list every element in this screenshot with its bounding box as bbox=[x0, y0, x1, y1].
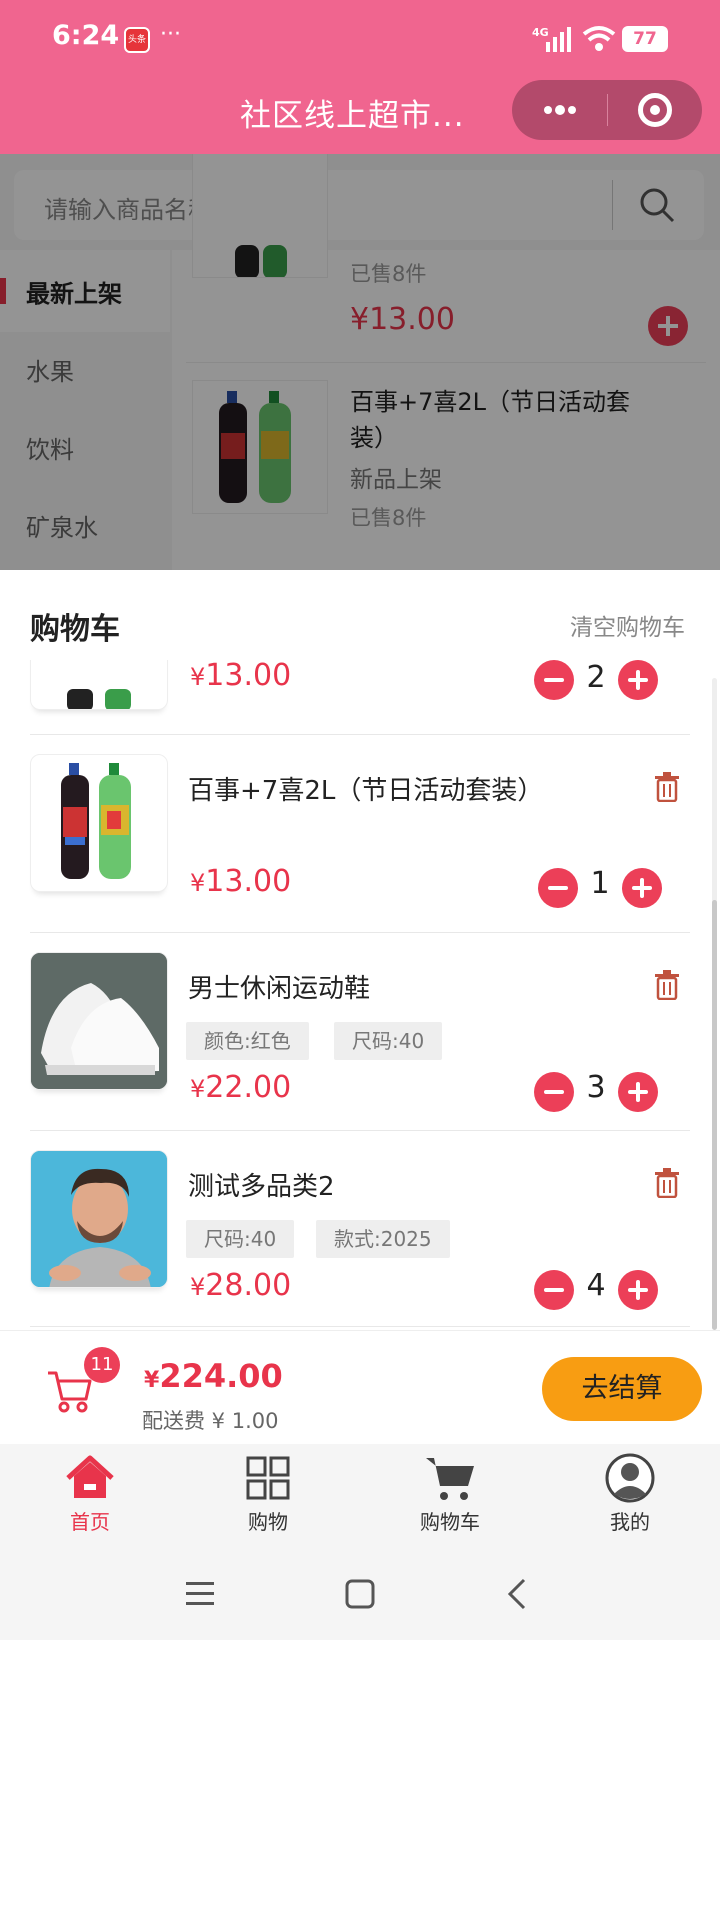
home-icon bbox=[66, 1455, 114, 1498]
tab-label: 首页 bbox=[70, 1510, 110, 1534]
more-menu-icon[interactable] bbox=[540, 94, 580, 126]
page-title: 社区线上超市... bbox=[240, 98, 465, 134]
delete-icon[interactable] bbox=[654, 970, 680, 1000]
currency-symbol: ¥ bbox=[190, 869, 206, 897]
cart-item-qty: 3 bbox=[586, 1070, 606, 1105]
item-divider bbox=[30, 734, 690, 735]
status-time: 6:24 bbox=[52, 20, 120, 51]
increase-qty-button[interactable] bbox=[618, 1072, 658, 1112]
modal-overlay[interactable] bbox=[0, 154, 720, 570]
cart-item-name[interactable]: 测试多品类2 bbox=[188, 1166, 335, 1203]
cart-item-qty: 1 bbox=[590, 866, 610, 901]
price-value: 13.00 bbox=[205, 864, 292, 899]
menu-icon[interactable] bbox=[182, 1576, 218, 1612]
delivery-fee: 配送费 ¥ 1.00 bbox=[142, 1409, 279, 1433]
tab-label: 购物车 bbox=[420, 1510, 480, 1534]
decrease-qty-button[interactable] bbox=[538, 868, 578, 908]
currency-symbol: ¥ bbox=[144, 1368, 160, 1393]
decrease-qty-button[interactable] bbox=[534, 1072, 574, 1112]
tab-profile[interactable]: 我的 bbox=[570, 1452, 690, 1535]
scrollbar-thumb[interactable] bbox=[712, 900, 717, 1330]
cart-item-price: ¥13.00 bbox=[190, 864, 291, 899]
item-divider bbox=[30, 932, 690, 933]
soda-bottles-image bbox=[61, 763, 131, 879]
signal-icon: 4G bbox=[532, 26, 571, 52]
cart-item-price: ¥22.00 bbox=[190, 1070, 291, 1105]
price-value: 13.00 bbox=[205, 660, 292, 693]
tab-label: 我的 bbox=[610, 1510, 650, 1534]
back-icon[interactable] bbox=[500, 1576, 536, 1612]
sneakers-image bbox=[31, 953, 167, 1089]
currency-symbol: ¥ bbox=[190, 1075, 206, 1103]
cart-item-name[interactable]: 百事+7喜2L（节日活动套装） bbox=[188, 770, 543, 807]
cart-icon[interactable] bbox=[46, 1369, 92, 1413]
cart-item-image[interactable] bbox=[30, 1150, 168, 1288]
wifi-icon bbox=[582, 26, 616, 51]
bottom-tab-bar: 首页 购物 购物车 我的 bbox=[0, 1444, 720, 1548]
mini-program-capsule bbox=[512, 80, 702, 140]
cart-icon bbox=[426, 1458, 474, 1500]
app-badge-icon: 头条 bbox=[124, 27, 150, 53]
system-nav-bar bbox=[0, 1548, 720, 1640]
item-divider bbox=[30, 1130, 690, 1131]
increase-qty-button[interactable] bbox=[618, 660, 658, 700]
spec-tag: 尺码:40 bbox=[334, 1022, 443, 1060]
clear-cart-button[interactable]: 清空购物车 bbox=[570, 608, 685, 642]
currency-symbol: ¥ bbox=[190, 663, 206, 691]
grid-icon bbox=[246, 1456, 290, 1500]
increase-qty-button[interactable] bbox=[622, 868, 662, 908]
person-photo-image bbox=[31, 1151, 167, 1287]
delete-icon[interactable] bbox=[654, 1168, 680, 1198]
checkout-button[interactable]: 去结算 bbox=[542, 1357, 702, 1421]
checkout-bar: 11 ¥224.00 配送费 ¥ 1.00 去结算 bbox=[0, 1330, 720, 1444]
spec-tag: 尺码:40 bbox=[186, 1220, 295, 1258]
price-value: 22.00 bbox=[205, 1070, 292, 1105]
cart-item-image[interactable] bbox=[30, 660, 168, 710]
tab-cart[interactable]: 购物车 bbox=[390, 1452, 510, 1535]
increase-qty-button[interactable] bbox=[618, 1270, 658, 1310]
cart-title: 购物车 bbox=[30, 612, 120, 647]
cart-count-badge: 11 bbox=[84, 1347, 120, 1383]
item-divider bbox=[30, 1326, 690, 1327]
delete-icon[interactable] bbox=[654, 772, 680, 802]
spec-tag: 款式:2025 bbox=[316, 1220, 450, 1258]
total-value: 224.00 bbox=[159, 1357, 283, 1395]
cart-item-price: ¥28.00 bbox=[190, 1268, 291, 1303]
network-label: 4G bbox=[532, 26, 549, 39]
user-icon bbox=[605, 1453, 655, 1503]
decrease-qty-button[interactable] bbox=[534, 660, 574, 700]
status-more-icon: ··· bbox=[160, 22, 181, 47]
cart-list: ¥13.00 2 百事+7喜2L（节日活动套装） ¥13.00 1 男士休闲运动… bbox=[0, 660, 712, 1328]
tab-shop[interactable]: 购物 bbox=[208, 1452, 328, 1535]
cart-item-qty: 2 bbox=[586, 660, 606, 695]
capsule-divider bbox=[607, 94, 608, 126]
currency-symbol: ¥ bbox=[190, 1273, 206, 1301]
cart-item-qty: 4 bbox=[586, 1268, 606, 1303]
home-square-icon[interactable] bbox=[342, 1576, 378, 1612]
cart-item-name[interactable]: 男士休闲运动鞋 bbox=[188, 968, 370, 1005]
tab-home[interactable]: 首页 bbox=[30, 1452, 150, 1535]
cart-item-image[interactable] bbox=[30, 952, 168, 1090]
cart-item-price: ¥13.00 bbox=[190, 660, 291, 693]
spec-tag: 颜色:红色 bbox=[186, 1022, 309, 1060]
tab-label: 购物 bbox=[248, 1510, 288, 1534]
battery-icon: 77 bbox=[622, 26, 668, 52]
price-value: 28.00 bbox=[205, 1268, 292, 1303]
close-program-icon[interactable] bbox=[638, 93, 672, 127]
soda-bottles-image bbox=[67, 689, 131, 709]
decrease-qty-button[interactable] bbox=[534, 1270, 574, 1310]
cart-item-image[interactable] bbox=[30, 754, 168, 892]
cart-total: ¥224.00 bbox=[144, 1357, 283, 1395]
